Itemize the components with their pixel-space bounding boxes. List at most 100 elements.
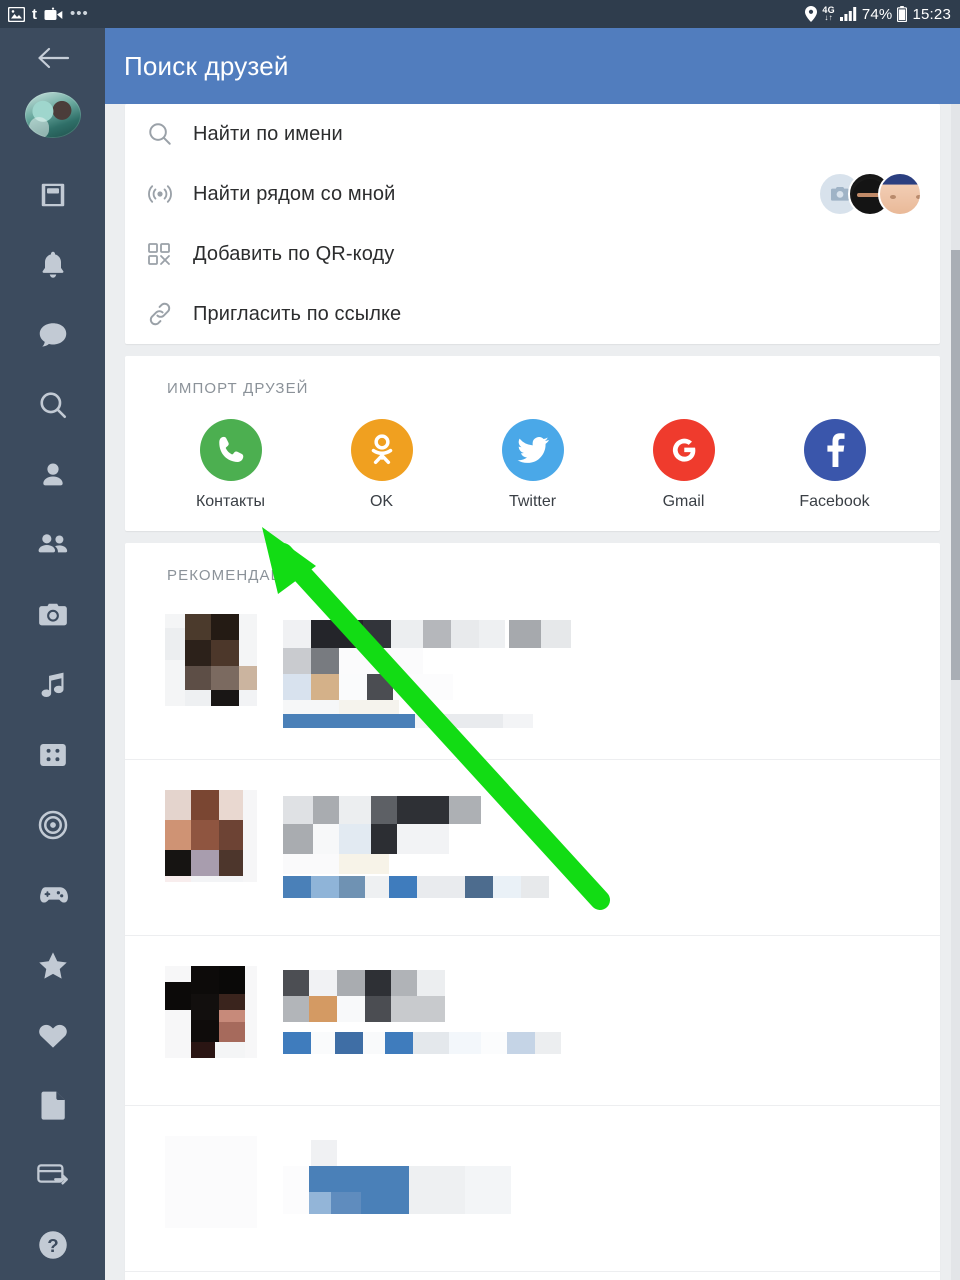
link-icon — [147, 301, 193, 327]
menu-item-add-by-qr[interactable]: Добавить по QR-коду — [125, 224, 940, 284]
import-service-facebook[interactable]: Facebook — [759, 419, 910, 511]
sidebar-item-live[interactable] — [0, 790, 105, 860]
sidebar-item-likes[interactable] — [0, 1000, 105, 1070]
gamepad-icon — [39, 887, 68, 903]
search-icon — [39, 392, 66, 419]
import-service-ok[interactable]: OK — [306, 419, 457, 511]
bell-icon — [42, 251, 63, 278]
network-arrows: ↓↑ — [824, 13, 833, 22]
sidebar-item-avatar[interactable] — [24, 91, 81, 138]
sidebar-item-messages[interactable] — [0, 300, 105, 370]
menu-item-label: Найти рядом со мной — [193, 182, 396, 205]
clock-label: 15:23 — [912, 5, 951, 23]
people-icon — [38, 534, 67, 553]
app-header: Поиск друзей — [105, 28, 960, 104]
qr-code-icon — [147, 242, 193, 266]
avatar — [165, 966, 257, 1058]
tumblr-icon: t — [32, 5, 37, 23]
menu-item-find-nearby[interactable]: Найти рядом со мной — [125, 164, 940, 224]
import-service-twitter[interactable]: Twitter — [457, 419, 608, 511]
recommendations-card: РЕКОМЕНДАЦИИ — [125, 543, 940, 1280]
radar-icon — [147, 181, 193, 207]
menu-item-find-by-name[interactable]: Найти по имени — [125, 104, 940, 164]
page-title: Поиск друзей — [124, 50, 289, 81]
camera-icon — [38, 603, 67, 626]
google-g-icon — [652, 419, 715, 481]
signal-bars-icon — [839, 7, 857, 21]
heart-icon — [38, 1024, 67, 1048]
image-icon — [8, 6, 25, 22]
import-service-gmail[interactable]: Gmail — [608, 419, 759, 511]
sidebar-item-search[interactable] — [0, 370, 105, 440]
status-bar-right: 4G ↓↑ 74% 15:23 — [805, 6, 960, 23]
recommendation-row[interactable] — [125, 1272, 940, 1280]
twitter-icon — [501, 419, 564, 481]
sidebar-item-music[interactable] — [0, 650, 105, 720]
avatar — [878, 172, 922, 216]
sidebar-item-help[interactable]: ? — [0, 1210, 105, 1280]
svg-text:?: ? — [47, 1235, 58, 1256]
sidebar-item-documents[interactable] — [0, 1070, 105, 1140]
import-section-title: ИМПОРТ ДРУЗЕЙ — [167, 380, 309, 397]
star-icon — [38, 951, 67, 979]
import-service-label: Контакты — [195, 493, 266, 510]
music-note-icon — [41, 672, 63, 698]
recommendation-content — [257, 966, 940, 1079]
sidebar-item-notifications[interactable] — [0, 230, 105, 300]
avatar — [165, 790, 257, 882]
facebook-icon — [803, 419, 866, 481]
avatar — [165, 614, 257, 706]
sidebar-item-profile[interactable] — [0, 440, 105, 510]
menu-item-label: Пригласить по ссылке — [193, 302, 402, 325]
sidebar-item-photos[interactable] — [0, 580, 105, 650]
search-options-card: Найти по имени Найти рядом со мной Добав… — [125, 104, 940, 344]
sidebar-item-favorites[interactable] — [0, 930, 105, 1000]
menu-item-label: Добавить по QR-коду — [193, 242, 395, 265]
network-type-label: 4G ↓↑ — [822, 6, 834, 22]
battery-percent-label: 74% — [861, 5, 893, 23]
recommendation-row[interactable] — [125, 584, 940, 760]
target-icon — [38, 810, 67, 840]
menu-item-invite-by-link[interactable]: Пригласить по ссылке — [125, 284, 940, 344]
document-icon — [40, 1091, 65, 1120]
question-icon: ? — [38, 1231, 67, 1259]
app-root: t ••• 4G ↓↑ 74% 15:23 ? Поиск друзей Най… — [0, 0, 960, 1280]
chat-bubble-icon — [39, 323, 66, 347]
back-button[interactable] — [0, 28, 105, 88]
avatar — [165, 1136, 257, 1228]
film-icon — [39, 744, 66, 766]
card-arrow-icon — [36, 1164, 68, 1185]
overflow-dots-icon: ••• — [70, 5, 89, 22]
sidebar-item-friends[interactable] — [0, 510, 105, 580]
import-service-label: OK — [369, 493, 394, 510]
recommendations-section-title: РЕКОМЕНДАЦИИ — [167, 567, 307, 584]
search-icon — [147, 121, 193, 147]
import-service-contacts[interactable]: Контакты — [155, 419, 306, 511]
import-service-label: Gmail — [662, 493, 705, 510]
import-friends-card: ИМПОРТ ДРУЗЕЙ Контакты OK Twitter Gmail … — [125, 356, 940, 531]
recommendation-row[interactable] — [125, 1106, 940, 1272]
video-camera-icon — [44, 7, 63, 21]
location-pin-icon — [805, 6, 818, 22]
status-bar-left-icons: t ••• — [0, 5, 89, 23]
menu-item-label: Найти по имени — [193, 122, 343, 145]
left-sidebar: ? — [0, 28, 105, 1280]
nearby-avatars-group[interactable] — [818, 172, 922, 216]
sidebar-item-video[interactable] — [0, 720, 105, 790]
sidebar-item-payments[interactable] — [0, 1140, 105, 1210]
back-arrow-icon — [37, 47, 69, 68]
import-services-row: Контакты OK Twitter Gmail Facebook — [125, 397, 940, 531]
ok-icon — [350, 419, 413, 481]
sidebar-item-newsfeed[interactable] — [0, 160, 105, 230]
recommendation-row[interactable] — [125, 760, 940, 936]
newsfeed-icon — [41, 183, 64, 207]
import-service-label: Facebook — [799, 493, 870, 510]
battery-icon — [897, 6, 908, 22]
sidebar-item-games[interactable] — [0, 860, 105, 930]
content-scroll-area[interactable]: Найти по имени Найти рядом со мной Добав… — [105, 104, 960, 1280]
person-icon — [42, 463, 63, 486]
status-bar: t ••• 4G ↓↑ 74% 15:23 — [0, 0, 960, 28]
scrollbar-thumb[interactable] — [951, 250, 960, 680]
recommendation-content — [257, 790, 940, 909]
recommendation-row[interactable] — [125, 936, 940, 1106]
